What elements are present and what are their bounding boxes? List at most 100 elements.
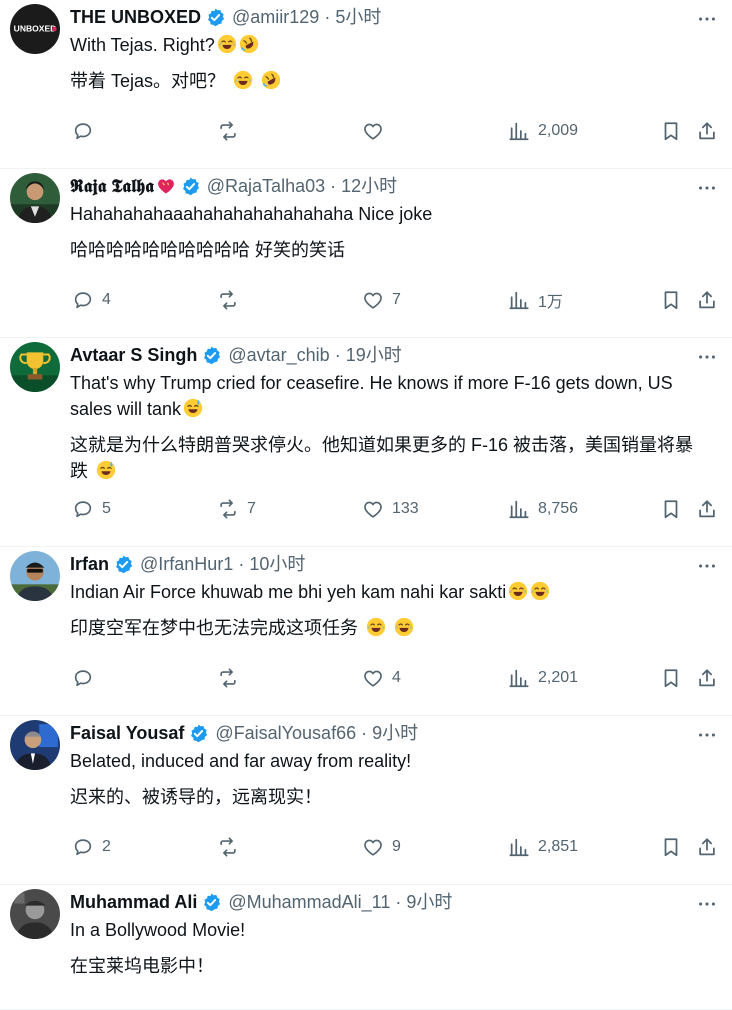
tweet-card[interactable]: Faisal Yousaf @FaisalYousaf66 · 9小时 Belate… [0,716,732,885]
share-button[interactable] [696,497,718,521]
likes-count: 9 [392,838,401,855]
tweet-text: With Tejas. Right? [70,32,718,58]
author-name[interactable]: Faisal Yousaf [70,721,184,745]
views-button[interactable]: 2,201 [508,666,578,690]
share-icon [699,122,715,140]
more-icon[interactable] [696,724,718,742]
retweet-button[interactable] [217,835,247,859]
bookmark-icon [664,122,678,141]
translation-text: 跌 [70,461,88,481]
author-handle-time[interactable]: @MuhammadAli_11 · 9小时 [228,890,452,914]
author-handle-time[interactable]: @IrfanHur1 · 10小时 [140,552,305,576]
views-button[interactable]: 8,756 [508,497,578,521]
views-icon [509,838,529,857]
replies-count: 5 [102,500,111,517]
retweet-icon [220,499,236,519]
tweet-header: Avtaar S Singh @avtar_chib · 19小时 [70,343,402,367]
like-icon [364,123,382,140]
share-button[interactable] [696,666,718,690]
reply-button[interactable]: 2 [72,835,111,859]
like-icon [364,292,382,309]
views-icon [509,669,529,688]
views-button[interactable]: 1万 [508,288,563,312]
author-name[interactable]: Avtaar S Singh [70,343,197,367]
more-svg [699,733,715,737]
more-icon[interactable] [696,346,718,364]
avatar[interactable] [10,342,60,392]
avatar[interactable] [10,889,60,939]
tweet-text-line: sales will tank [70,399,182,419]
action-bar: 5 7 133 8,756 [70,497,718,521]
tweet-card[interactable]: 𝕽𝖆𝖏𝖆 𝕿𝖆𝖑𝖍𝖆 @RajaTalha03 · 12小时 Hahahahahaa… [0,169,732,338]
tweet-text-line: Belated, induced and far away from reali… [70,751,412,771]
reply-button[interactable] [72,119,102,143]
bookmark-button[interactable] [660,497,682,521]
verified-badge-svg [204,893,221,911]
author-handle-time[interactable]: @amiir129 · 5小时 [232,5,381,29]
retweet-icon [220,668,236,688]
views-button[interactable]: 2,009 [508,119,578,143]
avatar[interactable] [10,720,60,770]
author-name[interactable]: Muhammad Ali [70,890,197,914]
more-icon[interactable] [696,177,718,195]
avatar-image: UNBOXED [10,4,60,54]
retweet-button[interactable] [217,288,247,312]
sweat-emoji-icon [183,398,203,418]
tweet-card[interactable]: Muhammad Ali @MuhammadAli_11 · 9小时 In a Bo… [0,885,732,1010]
like-button[interactable]: 4 [362,666,401,690]
share-button[interactable] [696,288,718,312]
retweet-button[interactable] [217,119,247,143]
author-name[interactable]: Irfan [70,552,109,576]
like-button[interactable]: 9 [362,835,401,859]
retweet-button[interactable] [217,666,247,690]
verified-badge-svg [204,346,221,364]
bookmark-button[interactable] [660,666,682,690]
translation-line: 带着 Tejas。对吧？ [70,68,718,94]
avatar[interactable] [10,551,60,601]
avatar-image [10,173,60,223]
bookmark-button[interactable] [660,835,682,859]
tweet-text-line: In a Bollywood Movie! [70,920,246,940]
views-button[interactable]: 2,851 [508,835,578,859]
retweets-count: 7 [247,500,256,517]
bookmark-button[interactable] [660,288,682,312]
tweet-text: Hahahahahaaahahahahahahahaha Nice joke [70,201,718,227]
avatar[interactable]: UNBOXED [10,4,60,54]
tweet-card[interactable]: UNBOXED THE UNBOXED @amiir129 · 5小时 With Te… [0,0,732,169]
author-handle-time[interactable]: @RajaTalha03 · 12小时 [207,174,397,198]
author-name[interactable]: THE UNBOXED [70,5,201,29]
avatar[interactable] [10,173,60,223]
tweet-card[interactable]: Avtaar S Singh @avtar_chib · 19小时 That's w… [0,338,732,547]
tweet-header: 𝕽𝖆𝖏𝖆 𝕿𝖆𝖑𝖍𝖆 @RajaTalha03 · 12小时 [70,174,397,198]
joy-emoji-icon [530,581,550,601]
action-bar: 4 7 1万 [70,288,718,312]
author-handle-time[interactable]: @FaisalYousaf66 · 9小时 [215,721,418,745]
like-button[interactable] [362,119,392,143]
verified-badge-icon [188,723,209,744]
action-bar: 2,009 [70,119,718,143]
author-handle-time[interactable]: @avtar_chib · 19小时 [228,343,401,367]
retweet-button[interactable]: 7 [217,497,256,521]
reply-icon [74,123,92,140]
translation-line: 跌 [70,458,718,484]
bookmark-button[interactable] [660,119,682,143]
like-button[interactable]: 133 [362,497,419,521]
reply-button[interactable]: 4 [72,288,111,312]
tweet-body: That's why Trump cried for ceasefire. He… [70,370,718,484]
translation-text: 带着 Tejas。对吧？ [70,71,226,91]
more-icon[interactable] [696,8,718,26]
verified-badge-icon [201,892,222,913]
views-icon [509,500,529,519]
avatar-image [10,342,60,392]
reply-button[interactable] [72,666,102,690]
author-name[interactable]: 𝕽𝖆𝖏𝖆 𝕿𝖆𝖑𝖍𝖆 [70,174,154,198]
share-button[interactable] [696,119,718,143]
like-button[interactable]: 7 [362,288,401,312]
more-icon[interactable] [696,555,718,573]
retweet-icon [220,837,236,857]
reply-button[interactable]: 5 [72,497,111,521]
share-button[interactable] [696,835,718,859]
views-count: 1万 [538,294,563,311]
tweet-card[interactable]: Irfan @IrfanHur1 · 10小时 Indian Air Force k… [0,547,732,716]
more-icon[interactable] [696,893,718,911]
